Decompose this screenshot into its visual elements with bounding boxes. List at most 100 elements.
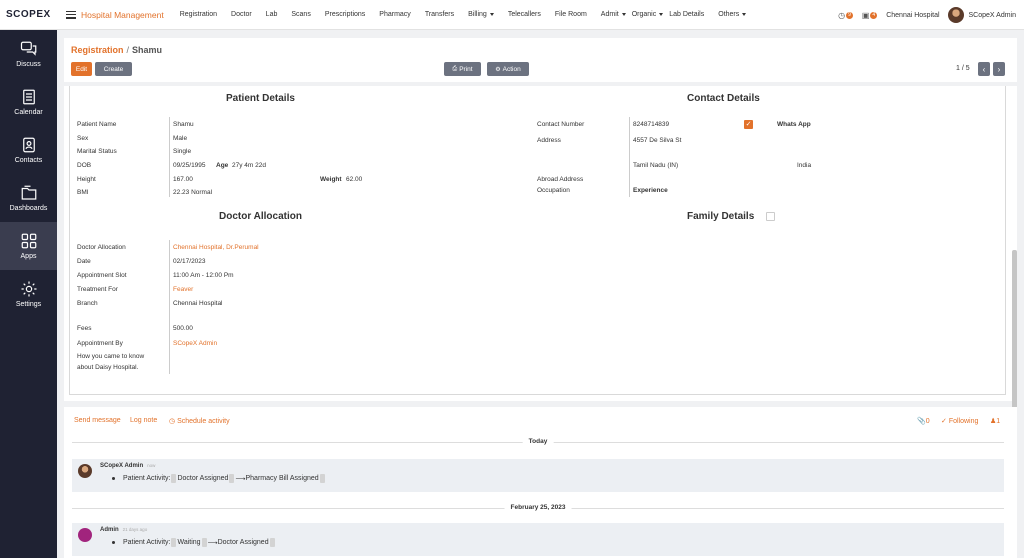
user-avatar[interactable] bbox=[947, 7, 964, 23]
appointment-slot-value[interactable]: 11:00 Am - 12:00 Pm bbox=[173, 272, 234, 279]
menu-label: Prescriptions bbox=[324, 11, 366, 18]
address-street-value[interactable]: 4557 De Silva St bbox=[633, 137, 681, 144]
tracking-old-value: Waiting bbox=[177, 539, 201, 546]
action-button[interactable]: ⚙ Action bbox=[487, 62, 529, 76]
hamburger-menu-icon[interactable] bbox=[66, 10, 76, 19]
chat-icon bbox=[20, 41, 36, 56]
form-view: Patient Details Patient Name Shamu Sex M… bbox=[64, 86, 1017, 401]
author-name[interactable]: Admin bbox=[100, 527, 119, 533]
pager-next-button[interactable]: › bbox=[993, 62, 1005, 76]
schedule-activity-label: Schedule activity bbox=[177, 418, 230, 425]
messages-button[interactable]: ▣ 4 bbox=[862, 11, 878, 20]
tracking-field-label: Patient Activity: bbox=[123, 475, 171, 482]
author-avatar[interactable] bbox=[78, 464, 92, 478]
family-details-checkbox[interactable] bbox=[766, 212, 775, 221]
menu-item-lab-details[interactable]: Lab Details bbox=[669, 11, 704, 18]
author-avatar[interactable] bbox=[78, 528, 92, 542]
user-menu[interactable]: SCopeX Admin bbox=[969, 12, 1016, 19]
pager-value[interactable]: 1 / 5 bbox=[956, 65, 970, 72]
sidebar-item-contacts[interactable]: Contacts bbox=[0, 126, 57, 174]
sidebar-item-settings[interactable]: Settings bbox=[0, 270, 57, 318]
menu-item-telecallers[interactable]: Telecallers bbox=[508, 11, 541, 18]
arrow-right-icon: ⟶ bbox=[207, 539, 218, 547]
sidebar-item-dashboards[interactable]: Dashboards bbox=[0, 174, 57, 222]
message-author: SCopeX Admin now bbox=[100, 463, 155, 469]
menu-item-organic[interactable]: Organic bbox=[632, 11, 664, 18]
bmi-value: 22.23 Normal bbox=[173, 189, 213, 196]
checkmark-icon: ✓ bbox=[745, 121, 752, 128]
caret-down-icon bbox=[659, 13, 664, 16]
attachments-button[interactable]: 📎0 bbox=[917, 417, 930, 425]
menu-item-registration[interactable]: Registration bbox=[180, 11, 217, 18]
address-country-value[interactable]: India bbox=[797, 162, 811, 169]
caret-down-icon bbox=[489, 13, 494, 16]
company-switcher[interactable]: Chennai Hospital bbox=[886, 12, 939, 19]
menu-item-doctor[interactable]: Doctor bbox=[231, 11, 252, 18]
message-time: now bbox=[147, 463, 156, 468]
followers-button[interactable]: ♟1 bbox=[990, 417, 1000, 425]
marital-status-value[interactable]: Single bbox=[173, 148, 191, 155]
author-name[interactable]: SCopeX Admin bbox=[100, 463, 143, 469]
send-message-button[interactable]: Send message bbox=[74, 417, 121, 424]
log-note-button[interactable]: Log note bbox=[130, 417, 157, 424]
breadcrumb-registration-link[interactable]: Registration bbox=[71, 45, 124, 55]
brand-logo[interactable]: SCOPEX bbox=[0, 9, 57, 20]
contact-number-value[interactable]: 8248714839 bbox=[633, 121, 669, 128]
branch-value[interactable]: Chennai Hospital bbox=[173, 300, 223, 307]
patient-name-value[interactable]: Shamu bbox=[173, 121, 194, 128]
main-menu: Registration Doctor Lab Scans Prescripti… bbox=[180, 11, 761, 18]
patient-name-label: Patient Name bbox=[77, 121, 117, 128]
edit-button[interactable]: Edit bbox=[71, 62, 92, 76]
menu-item-others[interactable]: Others bbox=[718, 11, 747, 18]
dob-label: DOB bbox=[77, 162, 92, 169]
whatsapp-checkbox[interactable]: ✓ bbox=[744, 120, 753, 129]
following-button[interactable]: ✓ Following bbox=[941, 417, 978, 425]
whatsapp-label: Whats App bbox=[777, 121, 811, 128]
address-state-value[interactable]: Tamil Nadu (IN) bbox=[633, 162, 678, 169]
field-divider bbox=[169, 240, 170, 374]
appointment-by-link[interactable]: SCopeX Admin bbox=[173, 340, 217, 347]
pager-previous-button[interactable]: ‹ bbox=[978, 62, 990, 76]
menu-item-lab[interactable]: Lab bbox=[266, 11, 278, 18]
app-name-link[interactable]: Hospital Management bbox=[81, 10, 164, 20]
menu-label: Registration bbox=[179, 11, 218, 18]
menu-item-admit[interactable]: Admit bbox=[601, 11, 626, 18]
doctor-allocation-link[interactable]: Chennai Hospital, Dr.Perumal bbox=[173, 244, 259, 251]
menu-label: Lab Details bbox=[669, 11, 705, 18]
weight-value[interactable]: 62.00 bbox=[346, 176, 362, 183]
date-value[interactable]: 02/17/2023 bbox=[173, 258, 206, 265]
doctor-allocation-label: Doctor Allocation bbox=[77, 244, 126, 251]
create-button[interactable]: Create bbox=[95, 62, 132, 76]
menu-item-pharmacy[interactable]: Pharmacy bbox=[379, 11, 411, 18]
sidebar-item-calendar[interactable]: Calendar bbox=[0, 78, 57, 126]
height-value[interactable]: 167.00 bbox=[173, 176, 193, 183]
branch-label: Branch bbox=[77, 300, 98, 307]
menu-item-transfers[interactable]: Transfers bbox=[425, 11, 454, 18]
date-separator-label: Today bbox=[522, 438, 554, 445]
abroad-address-label: Abroad Address bbox=[537, 176, 584, 183]
clock-icon: ◷ bbox=[838, 10, 846, 20]
control-panel: Registration / Shamu Edit Create ⎙ Print ⚙ A… bbox=[64, 38, 1017, 82]
menu-item-billing[interactable]: Billing bbox=[468, 11, 494, 18]
fees-value[interactable]: 500.00 bbox=[173, 325, 193, 332]
chatter-message: Admin 21 days ago Patient Activity: Waitin… bbox=[72, 523, 1004, 556]
age-value: 27y 4m 22d bbox=[232, 162, 266, 169]
menu-item-file-room[interactable]: File Room bbox=[555, 11, 587, 18]
apps-grid-icon bbox=[21, 233, 36, 249]
marital-status-label: Marital Status bbox=[77, 148, 117, 155]
sidebar-item-discuss[interactable]: Discuss bbox=[0, 30, 57, 78]
arrow-right-icon: ⟶ bbox=[235, 475, 246, 483]
dob-value[interactable]: 09/25/1995 bbox=[173, 162, 206, 169]
sex-value[interactable]: Male bbox=[173, 135, 187, 142]
print-button[interactable]: ⎙ Print bbox=[444, 62, 481, 76]
tracking-old-value: Doctor Assigned bbox=[177, 475, 229, 482]
attachment-count: 0 bbox=[925, 418, 930, 425]
schedule-activity-button[interactable]: ◷ Schedule activity bbox=[169, 417, 230, 425]
menu-item-prescriptions[interactable]: Prescriptions bbox=[325, 11, 365, 18]
activity-button[interactable]: ◷ 9 bbox=[838, 11, 853, 20]
sidebar-item-apps[interactable]: Apps bbox=[0, 222, 57, 270]
treatment-for-link[interactable]: Feaver bbox=[173, 286, 193, 293]
message-time: 21 days ago bbox=[122, 527, 148, 532]
menu-item-scans[interactable]: Scans bbox=[291, 11, 310, 18]
tracking-new-value: Pharmacy Bill Assigned bbox=[245, 475, 319, 482]
